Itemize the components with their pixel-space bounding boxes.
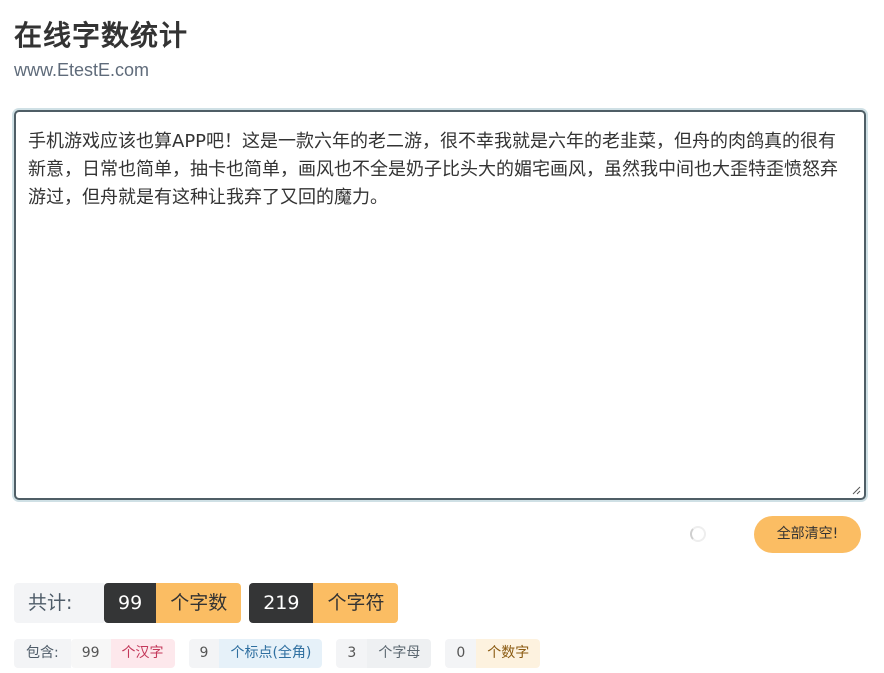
- site-url: www.EtestE.com: [14, 60, 150, 80]
- digit-unit: 个数字: [476, 639, 541, 668]
- breakdown-bar: 包含: 99 个汉字 9 个标点(全角) 3 个字母 0 个数字: [14, 639, 554, 668]
- letter-count: 3: [336, 639, 368, 668]
- text-input[interactable]: 手机游戏应该也算APP吧！这是一款六年的老二游，很不幸我就是六年的老韭菜，但舟的…: [28, 128, 852, 482]
- digit-count: 0: [445, 639, 477, 668]
- letter-unit: 个字母: [367, 639, 432, 668]
- word-count-badge: 99 个字数: [104, 583, 242, 623]
- text-editor[interactable]: 手机游戏应该也算APP吧！这是一款六年的老二游，很不幸我就是六年的老韭菜，但舟的…: [14, 110, 866, 500]
- resize-grip-icon[interactable]: [852, 486, 861, 495]
- punctuation-count: 9: [188, 639, 220, 668]
- char-count-value: 219: [249, 583, 314, 623]
- clear-all-button[interactable]: 全部清空!: [754, 516, 861, 553]
- breakdown-label: 包含:: [14, 639, 71, 668]
- char-count-unit: 个字符: [313, 583, 399, 623]
- loading-spinner-icon: [690, 526, 706, 542]
- totals-bar: 共计: 99 个字数 219 个字符: [14, 583, 406, 623]
- chinese-char-chip: 99 个汉字: [70, 639, 175, 668]
- chinese-char-unit: 个汉字: [110, 639, 175, 668]
- word-count-unit: 个字数: [156, 583, 242, 623]
- punctuation-chip: 9 个标点(全角): [188, 639, 323, 668]
- totals-label: 共计:: [14, 583, 104, 623]
- word-count-value: 99: [104, 583, 157, 623]
- page-title: 在线字数统计: [14, 19, 189, 52]
- letter-chip: 3 个字母: [336, 639, 432, 668]
- punctuation-unit: 个标点(全角): [219, 639, 323, 668]
- char-count-badge: 219 个字符: [249, 583, 399, 623]
- digit-chip: 0 个数字: [445, 639, 541, 668]
- chinese-char-count: 99: [70, 639, 111, 668]
